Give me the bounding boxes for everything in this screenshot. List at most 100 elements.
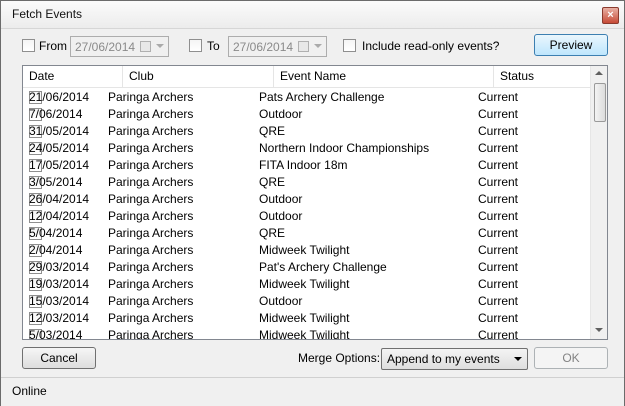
row-status: Current <box>478 243 519 257</box>
row-date: 2/04/2014 <box>29 243 83 257</box>
table-row[interactable]: 12/04/2014 Paringa Archers Outdoor Current <box>23 207 590 224</box>
row-date: 19/03/2014 <box>29 277 90 291</box>
to-date-picker[interactable]: 27/06/2014 <box>228 36 327 57</box>
row-status: Current <box>478 124 519 138</box>
row-status: Current <box>478 90 519 104</box>
table-row[interactable]: 31/05/2014 Paringa Archers QRE Current <box>23 122 590 139</box>
table-row[interactable]: 2/04/2014 Paringa Archers Midweek Twilight… <box>23 241 590 258</box>
window-title: Fetch Events <box>12 7 83 21</box>
row-status: Current <box>478 277 519 291</box>
row-event-name: Northern Indoor Championships <box>259 141 430 155</box>
table-row[interactable]: 29/03/2014 Paringa Archers Pat's Archery C… <box>23 258 590 275</box>
row-club: Paringa Archers <box>108 277 194 291</box>
table-row[interactable]: 24/05/2014 Paringa Archers Northern Indoor… <box>23 139 590 156</box>
row-club: Paringa Archers <box>108 192 194 206</box>
row-status: Current <box>478 294 519 308</box>
row-date: 7/06/2014 <box>29 107 83 121</box>
to-label: To <box>207 39 220 53</box>
row-club: Paringa Archers <box>108 175 194 189</box>
row-status: Current <box>478 260 519 274</box>
close-icon[interactable]: × <box>602 7 619 24</box>
row-event-name: FITA Indoor 18m <box>259 158 348 172</box>
vertical-scrollbar[interactable] <box>590 66 607 339</box>
row-status: Current <box>478 141 519 155</box>
row-status: Current <box>478 175 519 189</box>
from-date-picker[interactable]: 27/06/2014 <box>70 36 169 57</box>
status-bar: Online <box>1 377 624 406</box>
row-club: Paringa Archers <box>108 209 194 223</box>
row-status: Current <box>478 328 519 340</box>
calendar-icon <box>298 41 309 52</box>
merge-options-dropdown[interactable]: Append to my events <box>381 348 528 370</box>
calendar-icon <box>140 41 151 52</box>
row-date: 21/06/2014 <box>29 90 90 104</box>
row-event-name: Outdoor <box>259 107 303 121</box>
row-date: 15/03/2014 <box>29 294 90 308</box>
row-event-name: Outdoor <box>259 294 303 308</box>
table-row[interactable]: 26/04/2014 Paringa Archers Outdoor Current <box>23 190 590 207</box>
to-date-value: 27/06/2014 <box>233 40 294 54</box>
row-status: Current <box>478 226 519 240</box>
row-status: Current <box>478 158 519 172</box>
table-row[interactable]: 12/03/2014 Paringa Archers Midweek Twiligh… <box>23 309 590 326</box>
readonly-label: Include read-only events? <box>362 39 500 53</box>
table-row[interactable]: 3/05/2014 Paringa Archers QRE Current <box>23 173 590 190</box>
events-table[interactable]: Date Club Event Name Status 21/06/2014 Pa… <box>22 65 608 340</box>
row-event-name: Pats Archery Challenge <box>259 90 385 104</box>
from-date-value: 27/06/2014 <box>75 40 136 54</box>
to-checkbox[interactable] <box>189 39 202 52</box>
row-status: Current <box>478 107 519 121</box>
row-event-name: Midweek Twilight <box>259 243 350 257</box>
scroll-up-icon[interactable] <box>595 71 603 75</box>
scrollbar-thumb[interactable] <box>594 83 606 122</box>
table-row[interactable]: 15/03/2014 Paringa Archers Outdoor Current <box>23 292 590 309</box>
scroll-down-icon[interactable] <box>595 328 603 332</box>
from-checkbox[interactable] <box>22 39 35 52</box>
column-header-event-name[interactable]: Event Name <box>274 66 494 87</box>
row-date: 12/03/2014 <box>29 311 90 325</box>
row-event-name: QRE <box>259 175 286 189</box>
row-club: Paringa Archers <box>108 226 194 240</box>
row-club: Paringa Archers <box>108 243 194 257</box>
row-status: Current <box>478 209 519 223</box>
preview-button[interactable]: Preview <box>534 34 608 56</box>
table-row[interactable]: 5/03/2014 Paringa Archers Midweek Twilight… <box>23 326 590 340</box>
row-date: 17/05/2014 <box>29 158 90 172</box>
fetch-events-window: Fetch Events × From 27/06/2014 To 27/06/… <box>0 0 625 406</box>
cancel-button[interactable]: Cancel <box>22 347 96 369</box>
table-row[interactable]: 21/06/2014 Paringa Archers Pats Archery Ch… <box>23 88 590 105</box>
row-date: 31/05/2014 <box>29 124 90 138</box>
row-club: Paringa Archers <box>108 158 194 172</box>
column-header-status[interactable]: Status <box>494 66 590 87</box>
column-header-club[interactable]: Club <box>123 66 274 87</box>
table-header: Date Club Event Name Status <box>23 66 590 88</box>
row-date: 12/04/2014 <box>29 209 90 223</box>
row-status: Current <box>478 192 519 206</box>
chevron-down-icon <box>314 44 322 48</box>
ok-button[interactable]: OK <box>534 347 608 369</box>
row-club: Paringa Archers <box>108 141 194 155</box>
row-event-name: Midweek Twilight <box>259 311 350 325</box>
row-club: Paringa Archers <box>108 90 194 104</box>
merge-options-value: Append to my events <box>387 352 500 366</box>
row-date: 26/04/2014 <box>29 192 90 206</box>
table-row[interactable]: 19/03/2014 Paringa Archers Midweek Twiligh… <box>23 275 590 292</box>
column-header-date[interactable]: Date <box>23 66 123 87</box>
row-date: 5/03/2014 <box>29 328 83 340</box>
row-event-name: QRE <box>259 124 286 138</box>
table-row[interactable]: 17/05/2014 Paringa Archers FITA Indoor 18m… <box>23 156 590 173</box>
status-text: Online <box>12 384 47 398</box>
chevron-down-icon <box>514 357 522 361</box>
row-event-name: Midweek Twilight <box>259 328 350 340</box>
merge-options-label: Merge Options: <box>298 351 381 365</box>
readonly-checkbox[interactable] <box>343 39 356 52</box>
row-club: Paringa Archers <box>108 260 194 274</box>
table-row[interactable]: 7/06/2014 Paringa Archers Outdoor Current <box>23 105 590 122</box>
row-event-name: QRE <box>259 226 286 240</box>
row-date: 29/03/2014 <box>29 260 90 274</box>
title-bar: Fetch Events × <box>1 1 624 29</box>
row-event-name: Outdoor <box>259 192 303 206</box>
row-status: Current <box>478 311 519 325</box>
row-club: Paringa Archers <box>108 328 194 340</box>
table-row[interactable]: 5/04/2014 Paringa Archers QRE Current <box>23 224 590 241</box>
